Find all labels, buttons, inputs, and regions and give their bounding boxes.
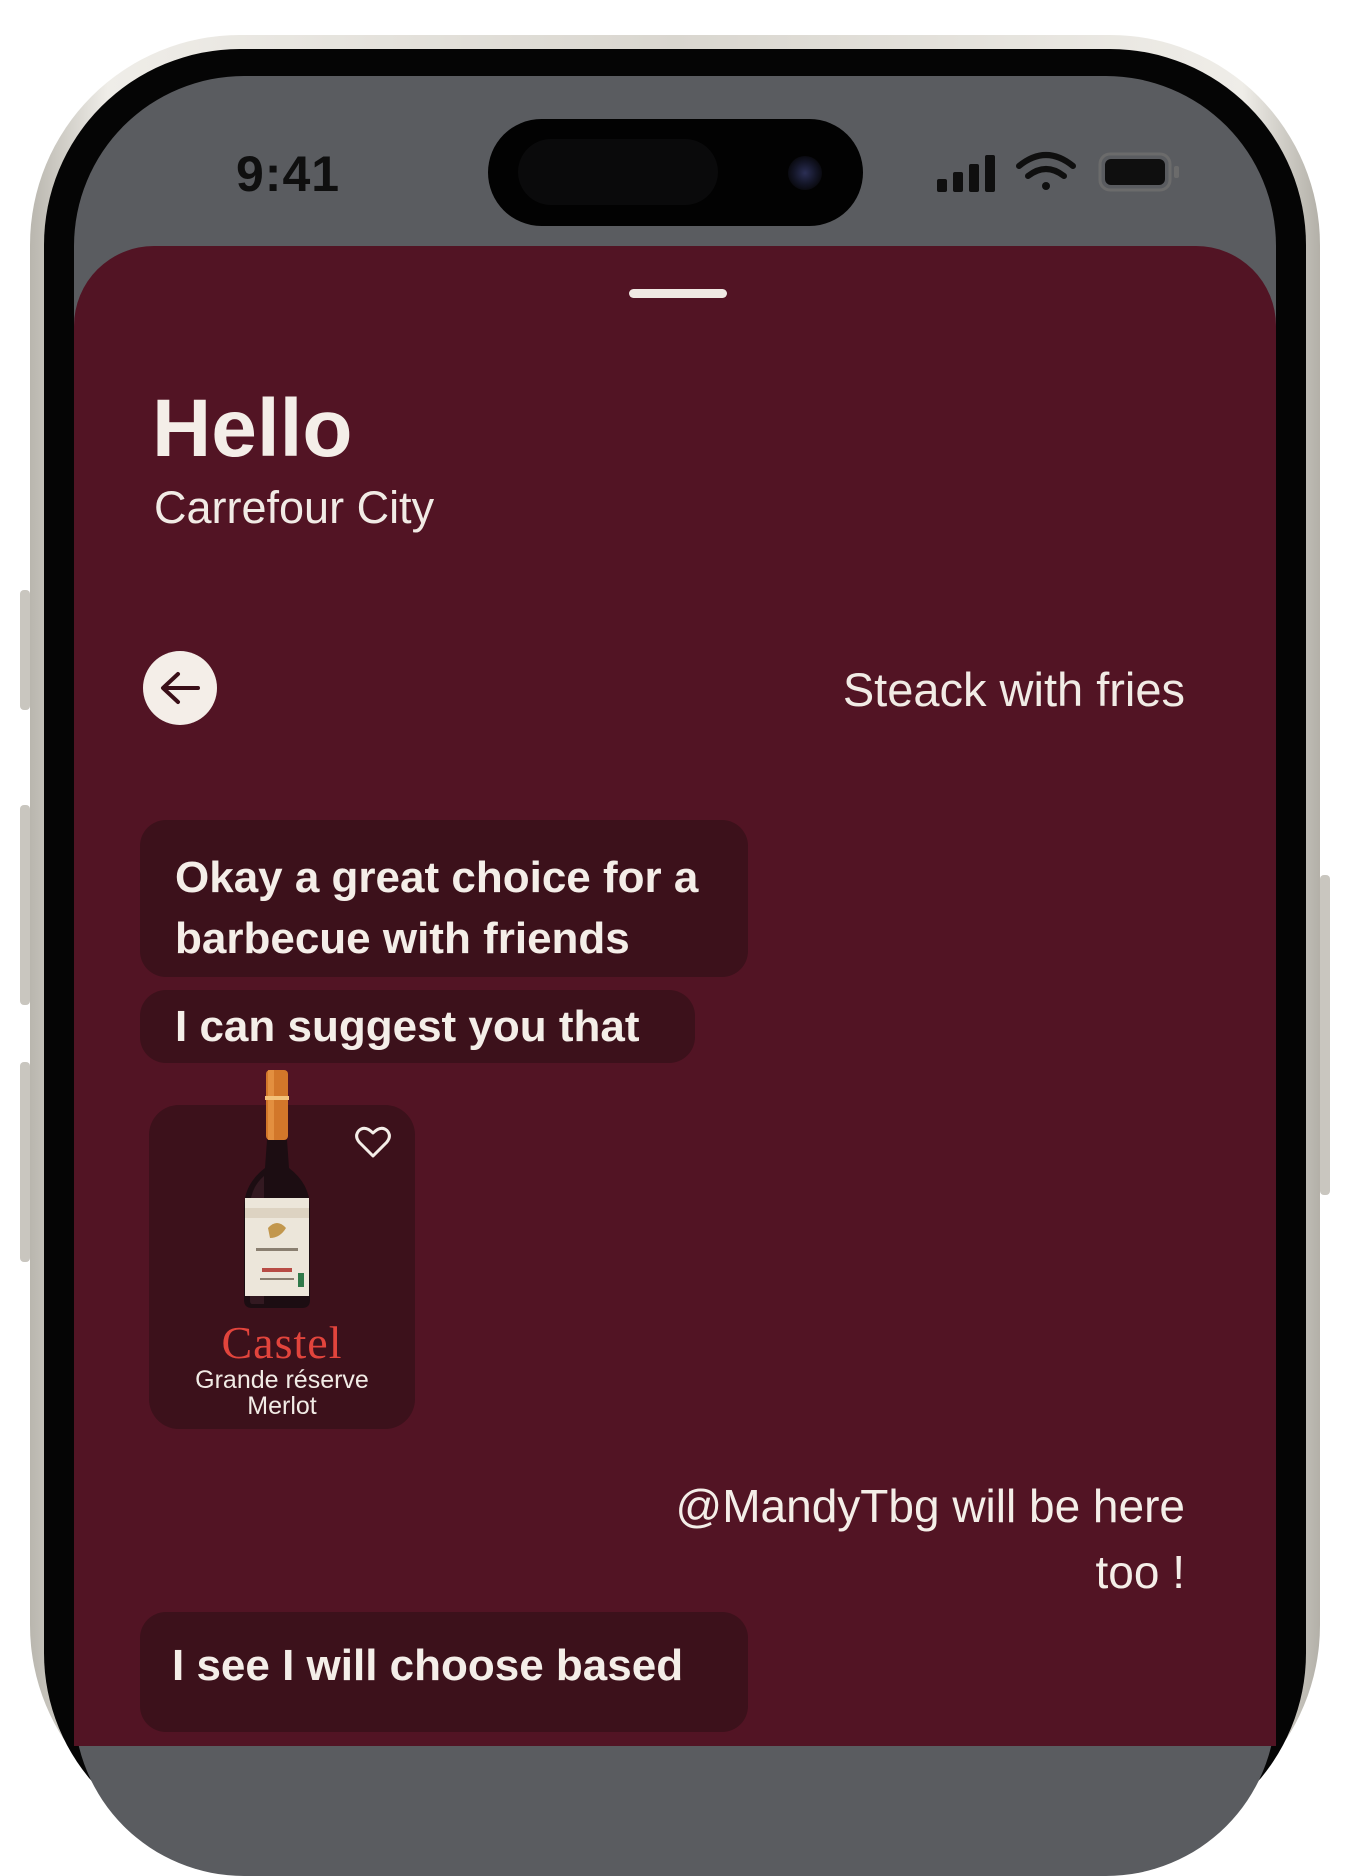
status-icons	[937, 152, 1179, 192]
arrow-left-icon	[161, 672, 200, 704]
power-button	[1320, 875, 1330, 1195]
wifi-icon	[1016, 152, 1076, 190]
assistant-message: Okay a great choice for a barbecue with …	[140, 820, 748, 977]
store-name: Carrefour City	[154, 482, 435, 533]
status-time: 9:41	[236, 146, 341, 202]
wine-bottle-image	[244, 1070, 310, 1308]
greeting-title: Hello	[152, 383, 353, 474]
assistant-message: I can suggest you that	[140, 990, 695, 1063]
conversation-topic: Steack with fries	[842, 663, 1185, 716]
wine-brand: Castel	[221, 1317, 343, 1368]
back-button[interactable]	[143, 651, 217, 725]
cellular-signal-icon	[937, 155, 995, 192]
heart-icon[interactable]	[355, 1126, 391, 1158]
wine-name: Grande réserve Merlot	[149, 1367, 415, 1419]
assistant-message: I see I will choose based	[140, 1612, 748, 1732]
front-camera	[788, 156, 822, 190]
user-message: @MandyTbg will be here too !	[675, 1480, 1185, 1598]
dynamic-island	[488, 119, 863, 226]
sheet-grabber[interactable]	[629, 289, 727, 298]
wine-name-line: Grande réserve	[195, 1366, 369, 1394]
volume-up-button	[20, 805, 30, 1005]
action-button	[20, 590, 30, 710]
volume-down-button	[20, 1062, 30, 1262]
battery-icon	[1098, 152, 1179, 192]
wine-name-line: Merlot	[247, 1392, 317, 1420]
island-sensor	[518, 139, 718, 205]
